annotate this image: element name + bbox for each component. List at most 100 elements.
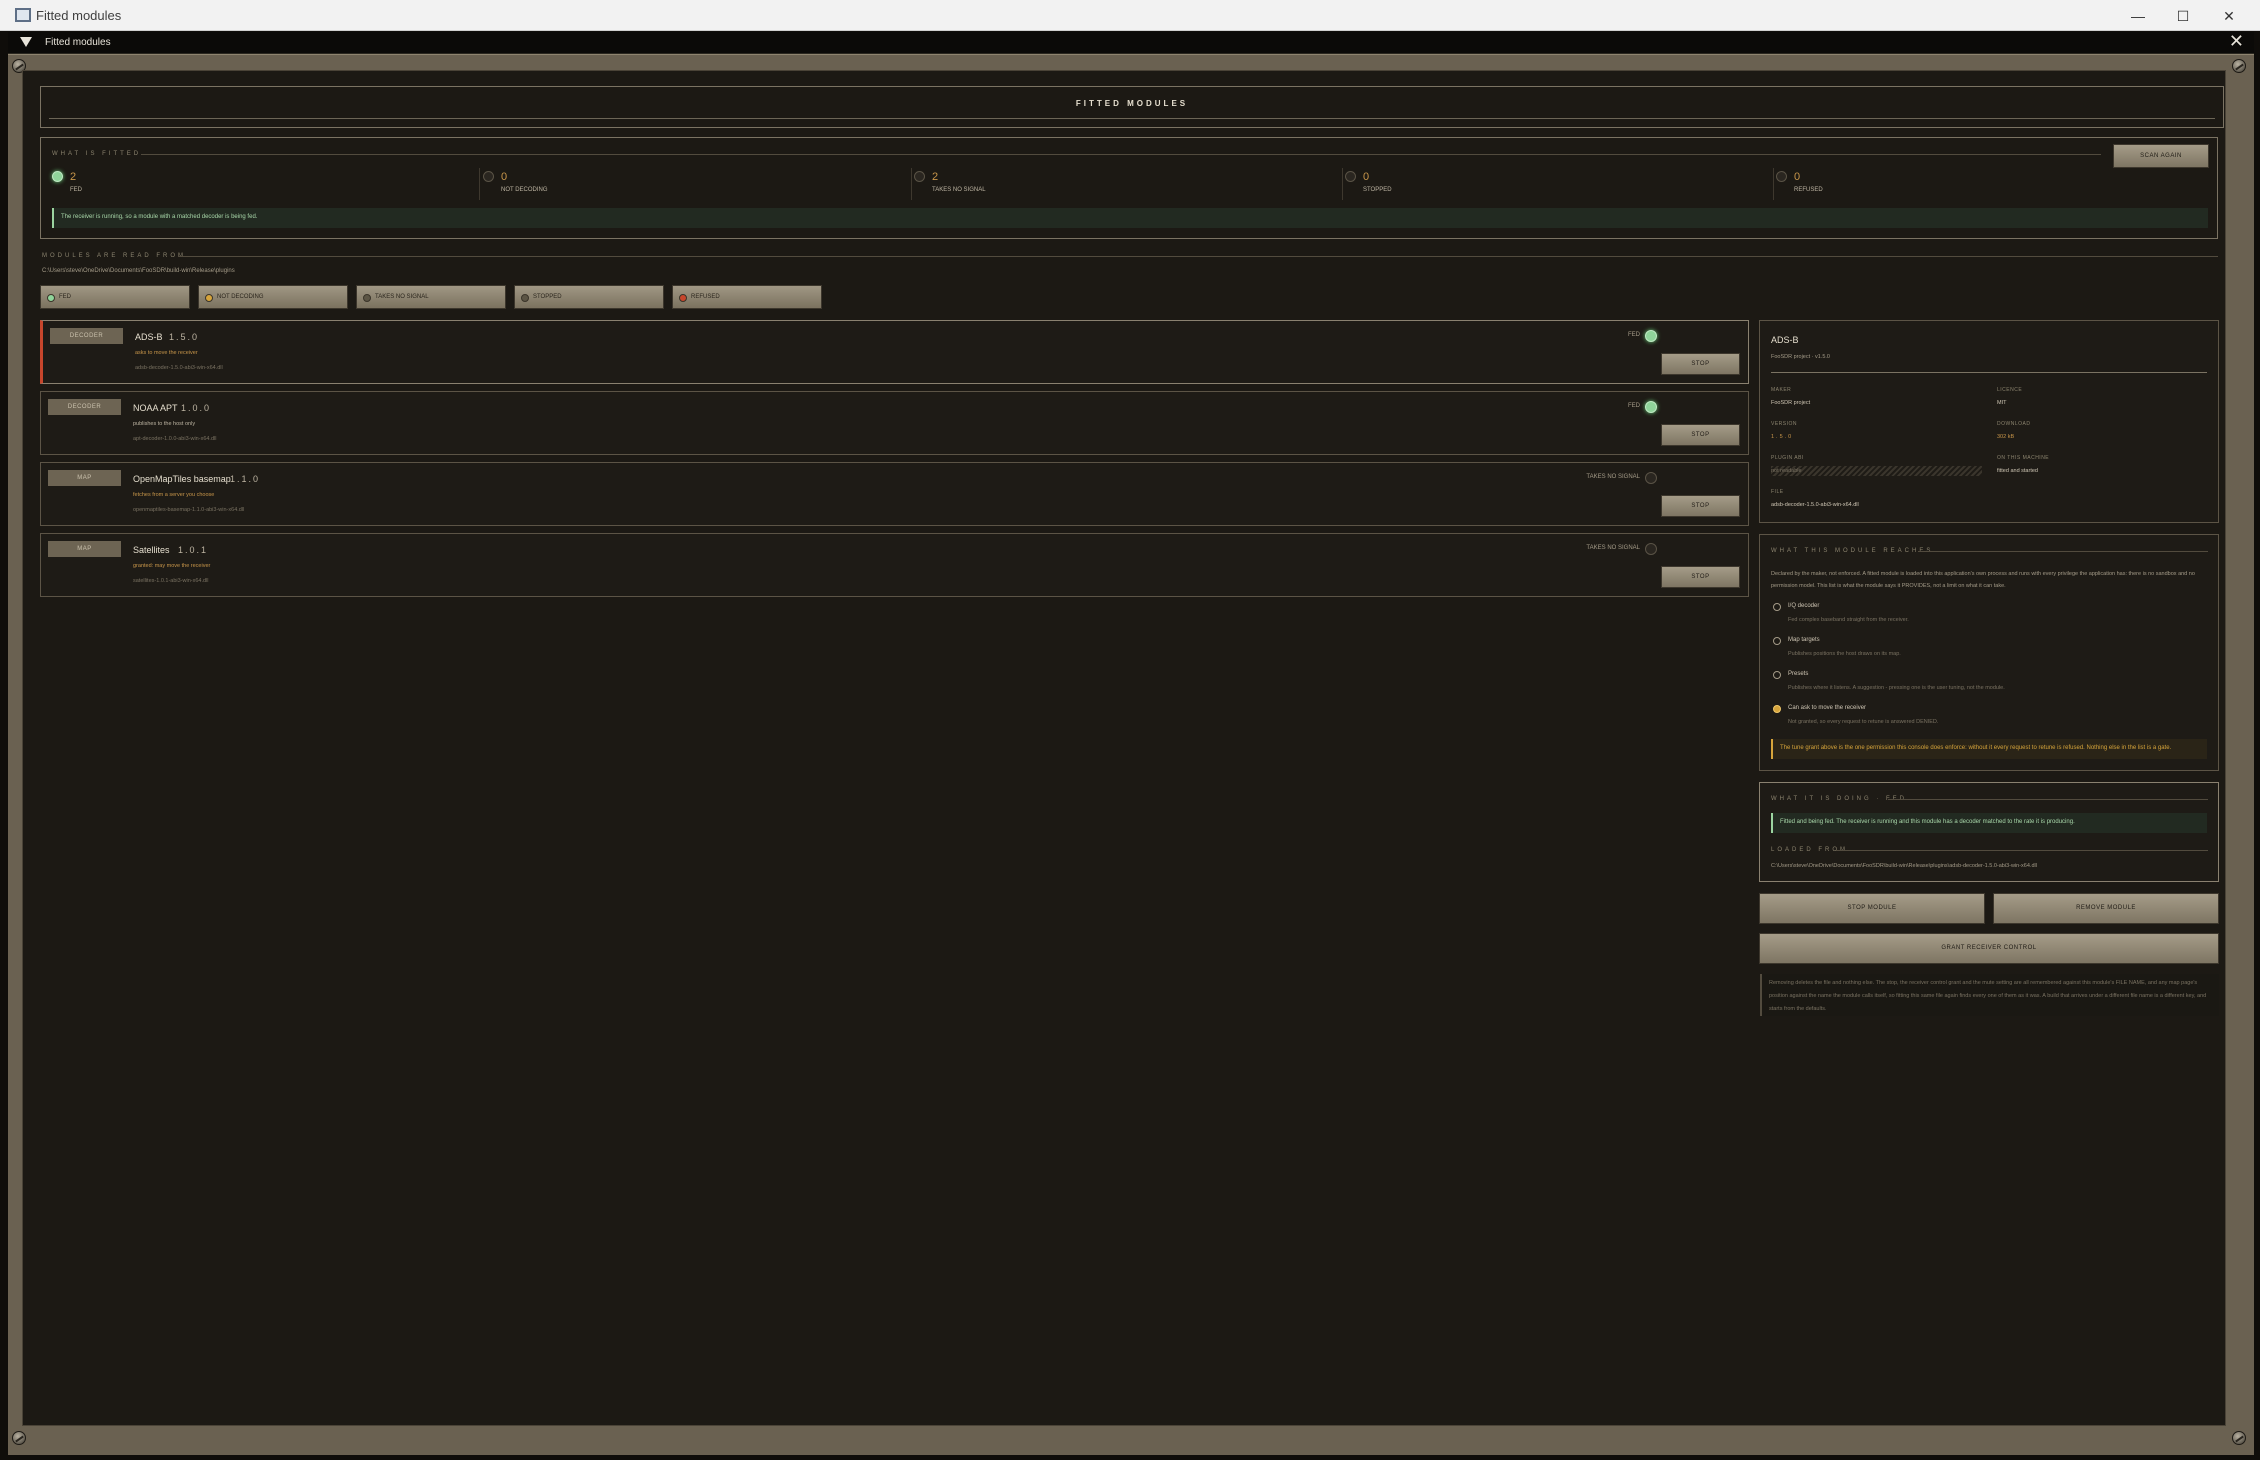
maker-value: FooSDR project xyxy=(1771,400,1811,406)
module-kind-badge: DECODER xyxy=(48,399,121,415)
radio-iq-decoder xyxy=(1773,603,1781,611)
filter-stopped[interactable]: STOPPED xyxy=(514,285,664,309)
doing-card: WHAT IT IS DOING · FED Fitted and being … xyxy=(1759,782,2219,882)
screw-icon xyxy=(2232,59,2246,73)
stop-button[interactable]: STOP xyxy=(1661,424,1740,446)
section-rule xyxy=(178,256,2218,257)
plugin-abi-label: PLUGIN ABI xyxy=(1771,455,1804,461)
module-name: Satellites xyxy=(133,545,170,555)
divider xyxy=(1773,168,1774,200)
fed-led xyxy=(52,171,63,182)
module-note: granted: may move the receiver xyxy=(133,563,211,569)
close-icon[interactable]: ✕ xyxy=(2214,6,2244,26)
dock-header: Fitted modules ✕ xyxy=(8,31,2254,54)
what-is-fitted-section: WHAT IS FITTED SCAN AGAIN 2 FED 0 NOT DE… xyxy=(40,137,2218,239)
module-note: asks to move the receiver xyxy=(135,350,198,356)
module-name: ADS-B xyxy=(135,332,163,342)
maximize-icon[interactable]: ☐ xyxy=(2168,6,2198,26)
stat-label: FED xyxy=(70,187,82,193)
reach-sub: Not granted, so every request to retune … xyxy=(1788,719,1939,725)
module-status: FED xyxy=(1628,403,1640,409)
status-led xyxy=(1345,171,1356,182)
reach-sub: Publishes positions the host draws on it… xyxy=(1788,651,1901,657)
stat-count: 0 xyxy=(1363,171,1370,183)
stopped-dot-icon xyxy=(521,294,529,302)
module-detail-card: ADS-B FooSDR project · v1.5.0 MAKER FooS… xyxy=(1759,320,2219,523)
fed-dot-icon xyxy=(47,294,55,302)
filter-refused[interactable]: REFUSED xyxy=(672,285,822,309)
status-led xyxy=(1645,543,1657,555)
module-version: 1.0.1 xyxy=(178,545,209,555)
detail-subtitle: FooSDR project · v1.5.0 xyxy=(1771,354,1830,360)
dock-close-icon[interactable]: ✕ xyxy=(2229,31,2244,52)
stat-label: REFUSED xyxy=(1794,187,1823,193)
maker-label: MAKER xyxy=(1771,387,1792,393)
scan-again-button[interactable]: SCAN AGAIN xyxy=(2113,144,2209,168)
module-row-openmaptiles[interactable]: MAP OpenMapTiles basemap 1.1.0 fetches f… xyxy=(40,462,1749,526)
stat-count: 2 xyxy=(932,171,939,183)
file-label: FILE xyxy=(1771,489,1784,495)
stop-button[interactable]: STOP xyxy=(1661,353,1740,375)
stop-module-button[interactable]: STOP MODULE xyxy=(1759,893,1985,924)
reaches-intro: Declared by the maker, not enforced. A f… xyxy=(1771,571,2195,589)
status-led xyxy=(1645,472,1657,484)
download-value: 302 kB xyxy=(1997,434,2015,440)
download-label: DOWNLOAD xyxy=(1997,421,2031,427)
divider xyxy=(479,168,480,200)
filter-label: TAKES NO SIGNAL xyxy=(375,294,429,300)
module-name: OpenMapTiles basemap xyxy=(133,474,231,484)
module-row-satellites[interactable]: MAP Satellites 1.0.1 granted: may move t… xyxy=(40,533,1749,597)
radio-presets xyxy=(1773,671,1781,679)
status-banner: The receiver is running, so a module wit… xyxy=(52,208,2208,228)
stop-button[interactable]: STOP xyxy=(1661,495,1740,517)
filter-label: REFUSED xyxy=(691,294,720,300)
licence-label: LICENCE xyxy=(1997,387,2023,393)
header-rule xyxy=(49,118,2215,119)
reach-sub: Fed complex baseband straight from the r… xyxy=(1788,617,1909,623)
module-note: publishes to the host only xyxy=(133,421,196,427)
module-kind-badge: MAP xyxy=(48,470,121,486)
radio-map-targets xyxy=(1773,637,1781,645)
section-rule xyxy=(1888,799,2208,800)
stop-button[interactable]: STOP xyxy=(1661,566,1740,588)
loaded-path: C:\Users\steve\OneDrive\Documents\FooSDR… xyxy=(1771,863,2037,869)
reach-title: I/Q decoder xyxy=(1788,603,1820,609)
reach-title: Presets xyxy=(1788,671,1809,677)
machine-value: fitted and started xyxy=(1997,468,2038,474)
page-title: FITTED MODULES xyxy=(1075,99,1189,108)
module-row-adsb[interactable]: DECODER ADS-B 1.5.0 asks to move the rec… xyxy=(40,320,1749,384)
filter-takes-no-signal[interactable]: TAKES NO SIGNAL xyxy=(356,285,506,309)
module-version: 1.0.0 xyxy=(181,403,212,413)
status-led xyxy=(483,171,494,182)
refused-dot-icon xyxy=(679,294,687,302)
remove-module-button[interactable]: REMOVE MODULE xyxy=(1993,893,2219,924)
filter-label: NOT DECODING xyxy=(217,294,264,300)
module-file: openmaptiles-basemap-1.1.0-abi3-win-x64.… xyxy=(133,507,245,513)
window-title: Fitted modules xyxy=(36,8,122,23)
section-rule xyxy=(141,154,2101,155)
radio-move-receiver xyxy=(1773,705,1781,713)
module-file: adsb-decoder-1.5.0-abi3-win-x64.dll xyxy=(135,365,223,371)
stat-label: TAKES NO SIGNAL xyxy=(932,187,986,193)
filter-fed[interactable]: FED xyxy=(40,285,190,309)
module-kind-badge: DECODER xyxy=(50,328,123,344)
section-label: WHAT IT IS DOING · FED xyxy=(1771,796,1908,802)
module-version: 1.1.0 xyxy=(230,474,261,484)
module-status: TAKES NO SIGNAL xyxy=(1586,474,1640,480)
tune-grant-warning: The tune grant above is the one permissi… xyxy=(1771,739,2207,759)
fed-led xyxy=(1645,401,1657,413)
detail-rule xyxy=(1771,372,2207,373)
minimize-icon[interactable]: — xyxy=(2123,6,2153,26)
filter-not-decoding[interactable]: NOT DECODING xyxy=(198,285,348,309)
detail-name: ADS-B xyxy=(1771,335,1799,345)
window-titlebar: Fitted modules — ☐ ✕ xyxy=(0,0,2260,31)
grant-receiver-control-button[interactable]: GRANT RECEIVER CONTROL xyxy=(1759,933,2219,964)
section-label: WHAT THIS MODULE REACHES xyxy=(1771,548,1934,554)
reach-title: Can ask to move the receiver xyxy=(1788,705,1867,711)
section-label: WHAT IS FITTED xyxy=(52,151,142,157)
panel-header: FITTED MODULES xyxy=(40,86,2224,128)
stat-count: 2 xyxy=(70,171,77,183)
app-icon xyxy=(15,8,31,22)
module-row-noaa-apt[interactable]: DECODER NOAA APT 1.0.0 publishes to the … xyxy=(40,391,1749,455)
collapse-triangle-icon[interactable] xyxy=(20,37,32,47)
